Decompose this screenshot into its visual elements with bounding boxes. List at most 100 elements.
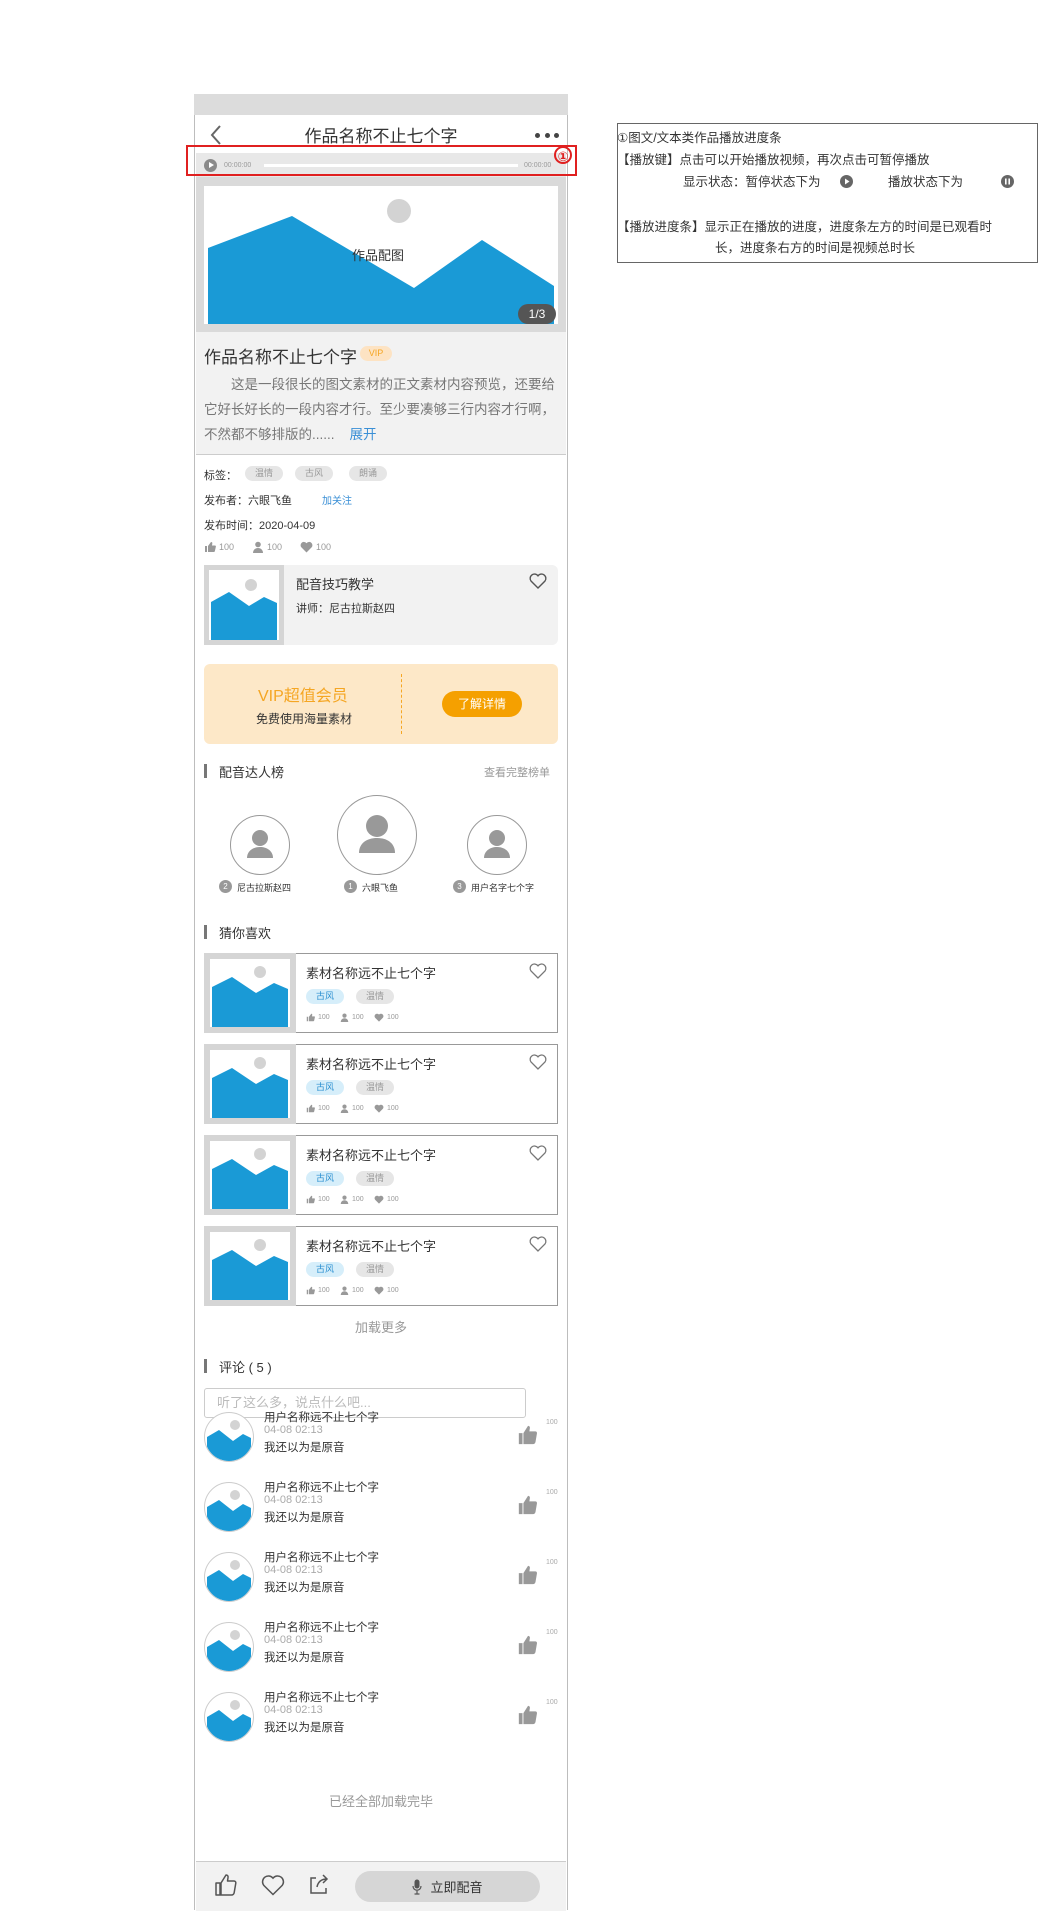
user-icon: [340, 1286, 349, 1295]
heart-icon: [374, 1013, 384, 1022]
heart-icon: [374, 1195, 384, 1204]
dub-now-button[interactable]: 立即配音: [355, 1871, 540, 1902]
thumbs-up-icon[interactable]: [517, 1704, 539, 1731]
comment-user-name: 用户名称远不止七个字: [264, 1412, 379, 1424]
image-placeholder-icon: [210, 1050, 290, 1118]
divider: [196, 454, 566, 455]
note-line: 显示状态：暂停状态下为: [683, 175, 821, 189]
tags-label: 标签：: [204, 470, 237, 482]
thumbs-up-icon[interactable]: [517, 1564, 539, 1591]
divider: [401, 674, 402, 734]
comment-user-name: 用户名称远不止七个字: [264, 1482, 379, 1494]
tag[interactable]: 温情: [356, 989, 394, 1004]
favorite-count: 100: [374, 1286, 399, 1295]
avatar[interactable]: [467, 815, 527, 875]
rank-user-name: 用户名字七个字: [471, 883, 535, 893]
avatar[interactable]: [204, 1412, 254, 1462]
publisher: 发布者：六眼飞鱼: [204, 495, 292, 507]
item-title: 素材名称远不止七个字: [306, 1057, 437, 1072]
heart-icon: [374, 1286, 384, 1295]
tag[interactable]: 古风: [295, 466, 333, 481]
tag[interactable]: 古风: [306, 989, 344, 1004]
comment-time: 04-08 02:13: [264, 1704, 323, 1716]
vip-title: VIP超值会员: [258, 688, 348, 705]
section-marker: [204, 764, 207, 778]
avatar[interactable]: [204, 1622, 254, 1672]
comment-user-name: 用户名称远不止七个字: [264, 1622, 379, 1634]
note-line: 播放状态下为: [888, 175, 964, 189]
favorite-count: 100: [300, 541, 331, 553]
like-count: 100: [204, 541, 234, 553]
share-icon[interactable]: [308, 1873, 330, 1900]
tag[interactable]: 温情: [356, 1171, 394, 1186]
comment-like-count: 100: [546, 1419, 558, 1426]
comment-text: 我还以为是原音: [264, 1442, 345, 1454]
user-icon: [340, 1195, 349, 1204]
user-count: 100: [340, 1286, 364, 1295]
comment-text: 我还以为是原音: [264, 1652, 345, 1664]
rank-user-name: 尼古拉斯赵四: [237, 883, 292, 893]
thumbs-up-icon[interactable]: [214, 1873, 238, 1902]
favorite-count: 100: [374, 1195, 399, 1204]
favorite-count: 100: [374, 1104, 399, 1113]
thumbs-up-icon: [306, 1195, 315, 1204]
tag[interactable]: 温情: [356, 1262, 394, 1277]
annotation-highlight: [186, 145, 577, 176]
play-icon: [840, 175, 853, 189]
item-title: 素材名称远不止七个字: [306, 1239, 437, 1254]
user-count: 100: [252, 541, 282, 553]
heart-icon[interactable]: [529, 1236, 547, 1257]
follow-link[interactable]: 加关注: [322, 492, 352, 507]
comment-time: 04-08 02:13: [264, 1634, 323, 1646]
thumbs-up-icon[interactable]: [517, 1634, 539, 1661]
learn-more-button[interactable]: 了解详情: [442, 691, 522, 717]
avatar[interactable]: [204, 1552, 254, 1602]
tag[interactable]: 温情: [356, 1080, 394, 1095]
image-placeholder-icon: [210, 1141, 290, 1209]
favorite-count: 100: [374, 1013, 399, 1022]
publish-time: 发布时间：2020-04-09: [204, 520, 316, 532]
comment-text: 我还以为是原音: [264, 1582, 345, 1594]
heart-icon[interactable]: [529, 573, 547, 594]
item-title: 素材名称远不止七个字: [306, 1148, 437, 1163]
like-count: 100: [306, 1013, 330, 1022]
user-count: 100: [340, 1195, 364, 1204]
image-placeholder-icon: [210, 959, 290, 1027]
note-line: 【播放进度条】显示正在播放的进度，进度条左方的时间是已观看时: [617, 220, 993, 234]
rank-user-name: 六眼飞鱼: [362, 883, 399, 893]
guess-title: 猜你喜欢: [219, 926, 272, 941]
course-teacher: 讲师：尼古拉斯赵四: [296, 603, 395, 615]
thumbs-up-icon: [205, 542, 216, 552]
heart-icon[interactable]: [529, 1054, 547, 1075]
heart-icon[interactable]: [529, 963, 547, 984]
expand-link[interactable]: 展开: [350, 427, 377, 442]
heart-icon: [374, 1104, 384, 1113]
thumbs-up-icon[interactable]: [517, 1494, 539, 1521]
comment-user-name: 用户名称远不止七个字: [264, 1692, 379, 1704]
tag[interactable]: 朗诵: [349, 466, 387, 481]
image-placeholder-icon: [209, 570, 279, 640]
comment-time: 04-08 02:13: [264, 1424, 323, 1436]
avatar[interactable]: [230, 815, 290, 875]
tag[interactable]: 温情: [245, 466, 283, 481]
course-title: 配音技巧教学: [296, 577, 375, 592]
tag[interactable]: 古风: [306, 1171, 344, 1186]
view-full-ranking-link[interactable]: 查看完整榜单: [484, 764, 550, 780]
rank-number: 2: [219, 880, 232, 893]
ranking-title: 配音达人榜: [219, 765, 285, 780]
avatar[interactable]: [204, 1482, 254, 1532]
thumbs-up-icon[interactable]: [517, 1424, 539, 1451]
avatar[interactable]: [204, 1692, 254, 1742]
page-indicator: 1/3: [518, 304, 556, 324]
comment-like-count: 100: [546, 1699, 558, 1706]
thumbs-up-icon: [306, 1286, 315, 1295]
load-more-button[interactable]: 加载更多: [204, 1317, 558, 1336]
avatar[interactable]: [337, 795, 417, 875]
tag[interactable]: 古风: [306, 1262, 344, 1277]
tag[interactable]: 古风: [306, 1080, 344, 1095]
more-icon[interactable]: [535, 133, 559, 139]
all-loaded-text: 已经全部加载完毕: [328, 1794, 433, 1809]
heart-icon[interactable]: [261, 1874, 285, 1901]
heart-icon[interactable]: [529, 1145, 547, 1166]
comment-text: 我还以为是原音: [264, 1512, 345, 1524]
